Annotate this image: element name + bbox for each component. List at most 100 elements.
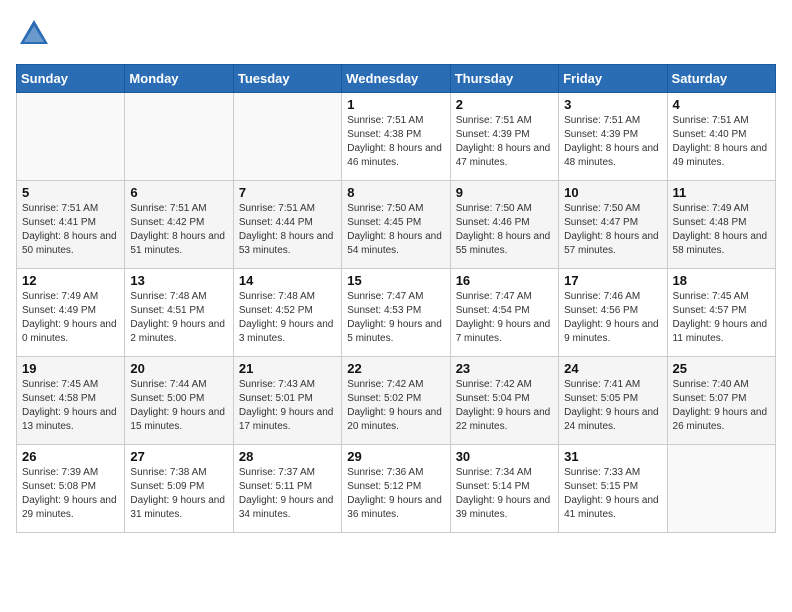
day-info: Sunrise: 7:50 AM Sunset: 4:47 PM Dayligh… (564, 202, 661, 258)
day-info: Sunrise: 7:51 AM Sunset: 4:41 PM Dayligh… (22, 202, 119, 258)
day-cell: 16 Sunrise: 7:47 AM Sunset: 4:54 PM Dayli… (450, 269, 558, 357)
day-cell: 19 Sunrise: 7:45 AM Sunset: 4:58 PM Dayli… (17, 357, 125, 445)
header-cell-tuesday: Tuesday (233, 65, 341, 93)
week-row-2: 5 Sunrise: 7:51 AM Sunset: 4:41 PM Daylig… (17, 181, 776, 269)
day-cell: 12 Sunrise: 7:49 AM Sunset: 4:49 PM Dayli… (17, 269, 125, 357)
day-number: 9 (456, 185, 553, 200)
day-info: Sunrise: 7:36 AM Sunset: 5:12 PM Dayligh… (347, 466, 444, 522)
day-number: 23 (456, 361, 553, 376)
day-cell (125, 93, 233, 181)
day-number: 14 (239, 273, 336, 288)
day-number: 15 (347, 273, 444, 288)
day-info: Sunrise: 7:41 AM Sunset: 5:05 PM Dayligh… (564, 378, 661, 434)
header-cell-thursday: Thursday (450, 65, 558, 93)
day-info: Sunrise: 7:50 AM Sunset: 4:46 PM Dayligh… (456, 202, 553, 258)
day-cell: 9 Sunrise: 7:50 AM Sunset: 4:46 PM Daylig… (450, 181, 558, 269)
day-number: 30 (456, 449, 553, 464)
day-info: Sunrise: 7:45 AM Sunset: 4:57 PM Dayligh… (673, 290, 770, 346)
day-cell: 6 Sunrise: 7:51 AM Sunset: 4:42 PM Daylig… (125, 181, 233, 269)
day-cell: 14 Sunrise: 7:48 AM Sunset: 4:52 PM Dayli… (233, 269, 341, 357)
day-number: 29 (347, 449, 444, 464)
day-cell: 29 Sunrise: 7:36 AM Sunset: 5:12 PM Dayli… (342, 445, 450, 533)
logo (16, 16, 58, 52)
day-number: 5 (22, 185, 119, 200)
day-number: 6 (130, 185, 227, 200)
day-cell: 5 Sunrise: 7:51 AM Sunset: 4:41 PM Daylig… (17, 181, 125, 269)
day-cell (667, 445, 775, 533)
day-number: 26 (22, 449, 119, 464)
day-info: Sunrise: 7:50 AM Sunset: 4:45 PM Dayligh… (347, 202, 444, 258)
day-cell: 22Sunrise: 7:42 AM Sunset: 5:02 PM Dayli… (342, 357, 450, 445)
day-cell: 15 Sunrise: 7:47 AM Sunset: 4:53 PM Dayli… (342, 269, 450, 357)
day-number: 3 (564, 97, 661, 112)
day-info: Sunrise: 7:42 AM Sunset: 5:04 PM Dayligh… (456, 378, 553, 434)
header-cell-wednesday: Wednesday (342, 65, 450, 93)
day-cell: 28 Sunrise: 7:37 AM Sunset: 5:11 PM Dayli… (233, 445, 341, 533)
calendar-table: SundayMondayTuesdayWednesdayThursdayFrid… (16, 64, 776, 533)
week-row-3: 12 Sunrise: 7:49 AM Sunset: 4:49 PM Dayli… (17, 269, 776, 357)
header-cell-sunday: Sunday (17, 65, 125, 93)
day-number: 27 (130, 449, 227, 464)
day-number: 22 (347, 361, 444, 376)
day-info: Sunrise: 7:47 AM Sunset: 4:53 PM Dayligh… (347, 290, 444, 346)
header-cell-saturday: Saturday (667, 65, 775, 93)
day-number: 16 (456, 273, 553, 288)
day-cell: 10 Sunrise: 7:50 AM Sunset: 4:47 PM Dayli… (559, 181, 667, 269)
day-info: Sunrise: 7:51 AM Sunset: 4:44 PM Dayligh… (239, 202, 336, 258)
day-info: Sunrise: 7:49 AM Sunset: 4:49 PM Dayligh… (22, 290, 119, 346)
day-info: Sunrise: 7:51 AM Sunset: 4:38 PM Dayligh… (347, 114, 444, 170)
day-cell: 26Sunrise: 7:39 AM Sunset: 5:08 PM Dayli… (17, 445, 125, 533)
day-cell: 24 Sunrise: 7:41 AM Sunset: 5:05 PM Dayli… (559, 357, 667, 445)
day-cell: 30 Sunrise: 7:34 AM Sunset: 5:14 PM Dayli… (450, 445, 558, 533)
day-number: 20 (130, 361, 227, 376)
day-cell: 17 Sunrise: 7:46 AM Sunset: 4:56 PM Dayli… (559, 269, 667, 357)
week-row-1: 1 Sunrise: 7:51 AM Sunset: 4:38 PM Daylig… (17, 93, 776, 181)
day-number: 1 (347, 97, 444, 112)
day-number: 24 (564, 361, 661, 376)
day-number: 2 (456, 97, 553, 112)
day-number: 13 (130, 273, 227, 288)
day-info: Sunrise: 7:47 AM Sunset: 4:54 PM Dayligh… (456, 290, 553, 346)
day-cell: 20Sunrise: 7:44 AM Sunset: 5:00 PM Dayli… (125, 357, 233, 445)
day-number: 7 (239, 185, 336, 200)
day-info: Sunrise: 7:43 AM Sunset: 5:01 PM Dayligh… (239, 378, 336, 434)
day-cell: 1 Sunrise: 7:51 AM Sunset: 4:38 PM Daylig… (342, 93, 450, 181)
week-row-4: 19 Sunrise: 7:45 AM Sunset: 4:58 PM Dayli… (17, 357, 776, 445)
day-cell (17, 93, 125, 181)
day-info: Sunrise: 7:38 AM Sunset: 5:09 PM Dayligh… (130, 466, 227, 522)
header-row: SundayMondayTuesdayWednesdayThursdayFrid… (17, 65, 776, 93)
header-cell-friday: Friday (559, 65, 667, 93)
logo-icon (16, 16, 52, 52)
day-info: Sunrise: 7:48 AM Sunset: 4:51 PM Dayligh… (130, 290, 227, 346)
week-row-5: 26Sunrise: 7:39 AM Sunset: 5:08 PM Dayli… (17, 445, 776, 533)
day-info: Sunrise: 7:48 AM Sunset: 4:52 PM Dayligh… (239, 290, 336, 346)
header-cell-monday: Monday (125, 65, 233, 93)
day-number: 17 (564, 273, 661, 288)
day-number: 28 (239, 449, 336, 464)
day-number: 25 (673, 361, 770, 376)
day-cell: 7 Sunrise: 7:51 AM Sunset: 4:44 PM Daylig… (233, 181, 341, 269)
day-number: 12 (22, 273, 119, 288)
day-cell: 25 Sunrise: 7:40 AM Sunset: 5:07 PM Dayli… (667, 357, 775, 445)
day-cell: 21 Sunrise: 7:43 AM Sunset: 5:01 PM Dayli… (233, 357, 341, 445)
day-info: Sunrise: 7:51 AM Sunset: 4:39 PM Dayligh… (456, 114, 553, 170)
day-number: 21 (239, 361, 336, 376)
day-number: 19 (22, 361, 119, 376)
day-cell (233, 93, 341, 181)
day-info: Sunrise: 7:40 AM Sunset: 5:07 PM Dayligh… (673, 378, 770, 434)
day-number: 10 (564, 185, 661, 200)
day-info: Sunrise: 7:51 AM Sunset: 4:39 PM Dayligh… (564, 114, 661, 170)
day-info: Sunrise: 7:51 AM Sunset: 4:42 PM Dayligh… (130, 202, 227, 258)
day-cell: 11Sunrise: 7:49 AM Sunset: 4:48 PM Dayli… (667, 181, 775, 269)
day-info: Sunrise: 7:33 AM Sunset: 5:15 PM Dayligh… (564, 466, 661, 522)
day-info: Sunrise: 7:46 AM Sunset: 4:56 PM Dayligh… (564, 290, 661, 346)
day-number: 8 (347, 185, 444, 200)
day-info: Sunrise: 7:37 AM Sunset: 5:11 PM Dayligh… (239, 466, 336, 522)
day-cell: 31Sunrise: 7:33 AM Sunset: 5:15 PM Dayli… (559, 445, 667, 533)
day-info: Sunrise: 7:34 AM Sunset: 5:14 PM Dayligh… (456, 466, 553, 522)
day-info: Sunrise: 7:45 AM Sunset: 4:58 PM Dayligh… (22, 378, 119, 434)
day-cell: 18Sunrise: 7:45 AM Sunset: 4:57 PM Dayli… (667, 269, 775, 357)
day-cell: 2 Sunrise: 7:51 AM Sunset: 4:39 PM Daylig… (450, 93, 558, 181)
page-header (16, 16, 776, 52)
day-cell: 27 Sunrise: 7:38 AM Sunset: 5:09 PM Dayli… (125, 445, 233, 533)
